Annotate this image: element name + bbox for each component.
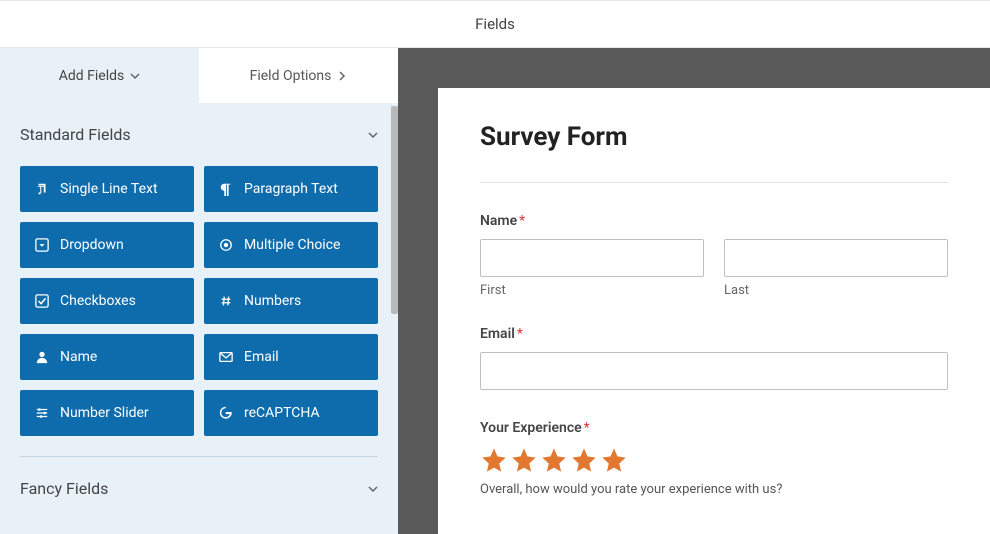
first-sublabel: First bbox=[480, 283, 704, 298]
field-label: Paragraph Text bbox=[244, 181, 338, 197]
name-row: First Last bbox=[480, 239, 948, 298]
first-name-input[interactable] bbox=[480, 239, 704, 277]
paragraph-icon bbox=[218, 181, 234, 197]
email-label: Email* bbox=[480, 326, 948, 342]
main: Add Fields Field Options Standard Fields bbox=[0, 48, 990, 534]
field-single-line-text[interactable]: T Single Line Text bbox=[20, 166, 194, 212]
field-numbers[interactable]: Numbers bbox=[204, 278, 378, 324]
header-title: Fields bbox=[475, 15, 515, 33]
last-name-input[interactable] bbox=[724, 239, 948, 277]
tab-add-fields[interactable]: Add Fields bbox=[0, 48, 199, 103]
field-label: Number Slider bbox=[60, 405, 149, 421]
tab-field-options[interactable]: Field Options bbox=[199, 48, 398, 103]
google-icon bbox=[218, 405, 234, 421]
field-name[interactable]: Name bbox=[20, 334, 194, 380]
form-canvas: Survey Form Name* First Last bbox=[438, 88, 990, 534]
tab-add-fields-label: Add Fields bbox=[59, 68, 125, 84]
form-field-experience[interactable]: Your Experience* Overall, how would you … bbox=[480, 420, 948, 497]
panel-body: Standard Fields T Single Line Text Parag bbox=[0, 103, 398, 534]
required-mark: * bbox=[584, 420, 590, 436]
left-panel: Add Fields Field Options Standard Fields bbox=[0, 48, 398, 534]
field-label: Numbers bbox=[244, 293, 301, 309]
hashtag-icon bbox=[218, 293, 234, 309]
section-fancy-title: Fancy Fields bbox=[20, 479, 108, 498]
check-square-icon bbox=[34, 293, 50, 309]
right-side: Survey Form Name* First Last bbox=[398, 48, 990, 534]
field-grid: T Single Line Text Paragraph Text Dropdo… bbox=[0, 158, 398, 448]
field-label: Checkboxes bbox=[60, 293, 136, 309]
star-icon[interactable] bbox=[540, 446, 568, 474]
field-label: Dropdown bbox=[60, 237, 124, 253]
star-icon[interactable] bbox=[480, 446, 508, 474]
field-multiple-choice[interactable]: Multiple Choice bbox=[204, 222, 378, 268]
star-icon[interactable] bbox=[510, 446, 538, 474]
tab-field-options-label: Field Options bbox=[250, 68, 332, 84]
envelope-icon bbox=[218, 349, 234, 365]
form-title: Survey Form bbox=[480, 122, 948, 152]
field-dropdown[interactable]: Dropdown bbox=[20, 222, 194, 268]
sliders-icon bbox=[34, 405, 50, 421]
field-email[interactable]: Email bbox=[204, 334, 378, 380]
chevron-down-icon bbox=[368, 484, 378, 494]
field-label: Email bbox=[244, 349, 279, 365]
section-fancy-fields[interactable]: Fancy Fields bbox=[0, 457, 398, 512]
name-first-col: First bbox=[480, 239, 704, 298]
field-checkboxes[interactable]: Checkboxes bbox=[20, 278, 194, 324]
star-icon[interactable] bbox=[570, 446, 598, 474]
last-sublabel: Last bbox=[724, 283, 948, 298]
required-mark: * bbox=[519, 213, 525, 229]
experience-label: Your Experience* bbox=[480, 420, 948, 436]
field-number-slider[interactable]: Number Slider bbox=[20, 390, 194, 436]
experience-description: Overall, how would you rate your experie… bbox=[480, 482, 948, 497]
chevron-down-icon bbox=[368, 130, 378, 140]
field-label: Single Line Text bbox=[60, 181, 158, 197]
field-paragraph-text[interactable]: Paragraph Text bbox=[204, 166, 378, 212]
form-divider bbox=[480, 182, 948, 183]
stars-row bbox=[480, 446, 948, 474]
required-mark: * bbox=[517, 326, 523, 342]
email-input[interactable] bbox=[480, 352, 948, 390]
header-bar: Fields bbox=[0, 0, 990, 48]
chevron-down-icon bbox=[130, 71, 140, 81]
dot-circle-icon bbox=[218, 237, 234, 253]
field-label: reCAPTCHA bbox=[244, 405, 320, 421]
text-cursor-icon: T bbox=[34, 181, 50, 197]
field-label: Name bbox=[60, 349, 97, 365]
user-icon bbox=[34, 349, 50, 365]
tab-row: Add Fields Field Options bbox=[0, 48, 398, 103]
name-label: Name* bbox=[480, 213, 948, 229]
field-label: Multiple Choice bbox=[244, 237, 340, 253]
section-standard-title: Standard Fields bbox=[20, 125, 131, 144]
form-field-name[interactable]: Name* First Last bbox=[480, 213, 948, 298]
caret-square-icon bbox=[34, 237, 50, 253]
svg-text:T: T bbox=[38, 183, 45, 196]
field-recaptcha[interactable]: reCAPTCHA bbox=[204, 390, 378, 436]
section-standard-fields[interactable]: Standard Fields bbox=[0, 103, 398, 158]
form-field-email[interactable]: Email* bbox=[480, 326, 948, 390]
chevron-right-icon bbox=[337, 71, 347, 81]
star-icon[interactable] bbox=[600, 446, 628, 474]
scrollbar-thumb[interactable] bbox=[391, 106, 398, 314]
name-last-col: Last bbox=[724, 239, 948, 298]
